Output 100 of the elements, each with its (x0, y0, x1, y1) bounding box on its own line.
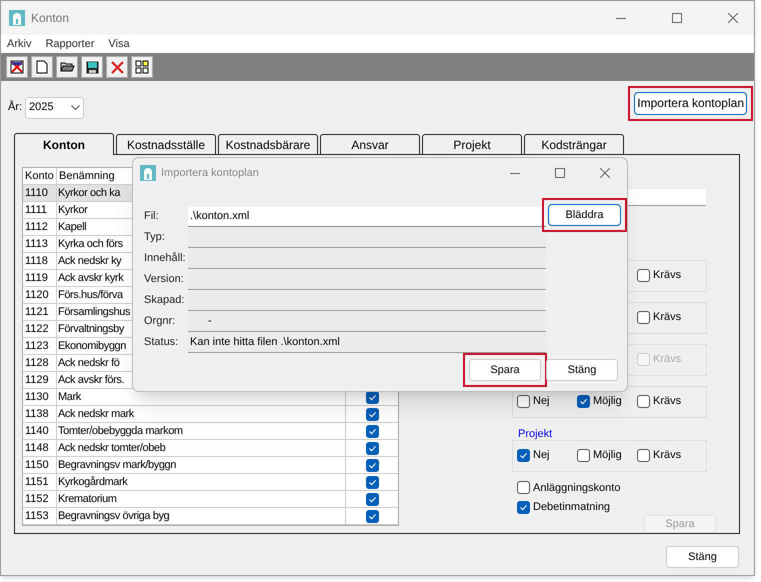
table-cell: 1122 (23, 321, 57, 337)
tab[interactable]: Kostnadsbärare (218, 134, 318, 154)
checkbox-label: Anläggningskonto (533, 480, 620, 496)
table-cell: 1153 (23, 508, 57, 524)
table-cell: Begravningsv övriga byg (57, 508, 346, 524)
close-icon[interactable] (728, 13, 738, 23)
table-cell: 1118 (23, 253, 57, 269)
checkbox[interactable] (366, 408, 378, 420)
checkbox-label: Debetinmatning (533, 500, 610, 515)
table-cell: 1110 (23, 185, 57, 201)
delete-icon[interactable] (110, 60, 124, 74)
table-cell: Ack nedskr mark (57, 406, 346, 422)
toolbar-button[interactable] (131, 56, 153, 78)
dialog-button[interactable]: Stäng (546, 359, 618, 381)
maximize-icon[interactable] (672, 13, 682, 23)
table-cell: Krematorium (57, 491, 346, 507)
folder-icon[interactable] (60, 61, 74, 73)
checkbox[interactable] (366, 476, 378, 488)
table-cell: 1129 (23, 372, 57, 388)
dialog-title: Importera kontoplan (161, 166, 259, 181)
import-button[interactable]: Importera kontoplan (634, 92, 747, 114)
checkbox[interactable] (577, 449, 590, 462)
picture-frame-icon[interactable] (10, 60, 24, 74)
checkbox[interactable] (517, 449, 530, 462)
grid-icon[interactable] (135, 60, 149, 74)
option-label: Nej (533, 448, 550, 464)
table-cell: Tomter/obebyggda markom (57, 423, 346, 439)
checkbox[interactable] (366, 510, 378, 522)
table-cell: Begravningsv mark/byggn (57, 457, 346, 473)
minimize-icon[interactable] (510, 172, 520, 174)
table-row[interactable]: 1150 Begravningsv mark/byggn (23, 457, 398, 474)
option-label: Krävs (653, 448, 682, 464)
checkbox[interactable] (637, 311, 650, 324)
field-label: Version: (144, 272, 185, 288)
browse-button[interactable]: Bläddra (548, 204, 621, 226)
new-document-icon[interactable] (36, 60, 48, 74)
column-header: Konto (23, 168, 57, 184)
toolbar-button[interactable] (6, 56, 28, 78)
toolbar-button[interactable] (31, 56, 53, 78)
dialog-button[interactable]: Spara (469, 359, 541, 381)
table-cell: 1138 (23, 406, 57, 422)
table-cell: Ack nedskr tomter/obeb (57, 440, 346, 456)
table-row[interactable]: 1153 Begravningsv övriga byg (23, 508, 398, 525)
close-icon[interactable] (600, 168, 610, 178)
option-label: Krävs (653, 394, 682, 410)
year-dropdown[interactable]: 2025 (25, 96, 84, 118)
checkbox[interactable] (517, 481, 530, 494)
toolbar-button[interactable] (81, 56, 103, 78)
chevron-down-icon (71, 105, 80, 110)
readonly-field: Kan inte hitta filen .\konton.xml (188, 332, 546, 352)
year-label: År: (8, 99, 22, 116)
group-label: Projekt (518, 428, 554, 440)
table-row[interactable]: 1138 Ack nedskr mark (23, 406, 398, 423)
close-button[interactable]: Stäng (666, 546, 739, 568)
field-label: Innehåll: (144, 251, 187, 266)
checkbox[interactable] (637, 395, 650, 408)
table-cell: 1150 (23, 457, 57, 473)
table-cell: 1112 (23, 219, 57, 235)
table-row[interactable]: 1140 Tomter/obebyggda markom (23, 423, 398, 440)
table-cell: 1140 (23, 423, 57, 439)
menu-item[interactable]: Arkiv (7, 36, 32, 52)
checkbox[interactable] (577, 395, 590, 408)
option-label: Krävs (653, 352, 682, 368)
table-cell: 1148 (23, 440, 57, 456)
checkbox[interactable] (366, 424, 378, 438)
option-label: Krävs (653, 268, 682, 284)
table-cell: 1128 (23, 355, 57, 371)
option-label: Krävs (653, 310, 682, 326)
table-row[interactable]: 1152 Krematorium (23, 491, 398, 508)
checkbox[interactable] (517, 395, 530, 408)
table-row[interactable]: 1148 Ack nedskr tomter/obeb (23, 440, 398, 457)
table-cell: 1123 (23, 338, 57, 354)
menu-item[interactable]: Rapporter (45, 36, 94, 52)
checkmark-icon (579, 397, 588, 406)
tab[interactable]: Kodsträngar (524, 134, 624, 154)
checkbox[interactable] (637, 269, 650, 282)
checkmark-icon (519, 502, 528, 512)
file-input-field[interactable]: .\konton.xml (188, 206, 546, 226)
checkbox[interactable] (517, 500, 530, 514)
checkbox[interactable] (366, 458, 378, 472)
checkmark-icon (519, 451, 528, 460)
window-title: Konton (31, 10, 70, 27)
tab[interactable]: Projekt (422, 134, 522, 154)
table-row[interactable]: 1151 Kyrkogårdmark (23, 474, 398, 491)
option-label: Möjlig (593, 448, 622, 464)
checkbox[interactable] (366, 492, 378, 506)
table-cell: 1152 (23, 491, 57, 507)
menu-item[interactable]: Visa (108, 36, 130, 52)
table-cell: Kyrkogårdmark (57, 474, 346, 490)
app-icon (140, 165, 156, 181)
table-cell: 1111 (23, 202, 57, 218)
toolbar-button[interactable] (56, 56, 78, 78)
tab[interactable]: Kostnadsställe (116, 134, 216, 154)
table-cell: 1130 (23, 389, 57, 405)
tab[interactable]: Konton (14, 133, 114, 155)
table-cell: 1119 (23, 270, 57, 286)
checkbox[interactable] (366, 442, 378, 454)
tab[interactable]: Ansvar (320, 134, 420, 154)
maximize-icon[interactable] (555, 168, 565, 178)
checkbox[interactable] (637, 449, 650, 462)
